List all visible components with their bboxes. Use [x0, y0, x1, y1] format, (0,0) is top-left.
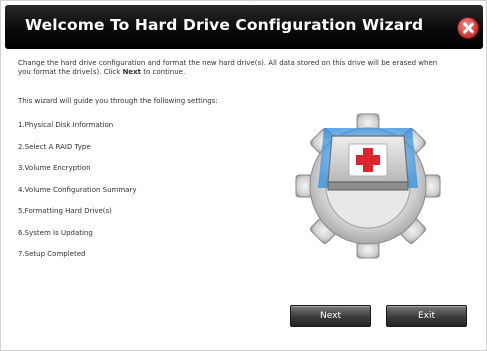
- step-item: 6.System Is Updating: [18, 228, 93, 237]
- step-item: 1.Physical Disk Information: [18, 121, 114, 129]
- next-button[interactable]: Next: [290, 305, 371, 327]
- intro-text-next-keyword: Next: [122, 68, 142, 76]
- step-item: 3.Volume Encryption: [18, 164, 91, 172]
- step-item: 5.Formatting Hard Drive(s): [18, 207, 112, 215]
- content-area: Change the hard drive configuration and …: [18, 59, 438, 77]
- step-item: 4.Volume Configuration Summary: [18, 185, 137, 194]
- steps-list: 1.Physical Disk Information 2.Select A R…: [18, 121, 136, 272]
- title-bar: Welcome To Hard Drive Configuration Wiza…: [5, 5, 483, 49]
- close-icon[interactable]: [458, 18, 478, 38]
- step-item: 2.Select A RAID Type: [18, 142, 91, 151]
- intro-text-part2: to continue.: [141, 68, 186, 76]
- hard-drive-gear-icon: [295, 113, 441, 259]
- hard-drive-icon: [318, 128, 418, 191]
- dialog-title: Welcome To Hard Drive Configuration Wiza…: [25, 16, 424, 34]
- intro-text: Change the hard drive configuration and …: [18, 59, 438, 77]
- guide-text: This wizard will guide you through the f…: [18, 97, 218, 105]
- exit-button[interactable]: Exit: [386, 305, 467, 327]
- wizard-dialog: Welcome To Hard Drive Configuration Wiza…: [0, 0, 487, 351]
- step-item: 7.Setup Completed: [18, 250, 86, 258]
- intro-text-part1: Change the hard drive configuration and …: [18, 59, 438, 76]
